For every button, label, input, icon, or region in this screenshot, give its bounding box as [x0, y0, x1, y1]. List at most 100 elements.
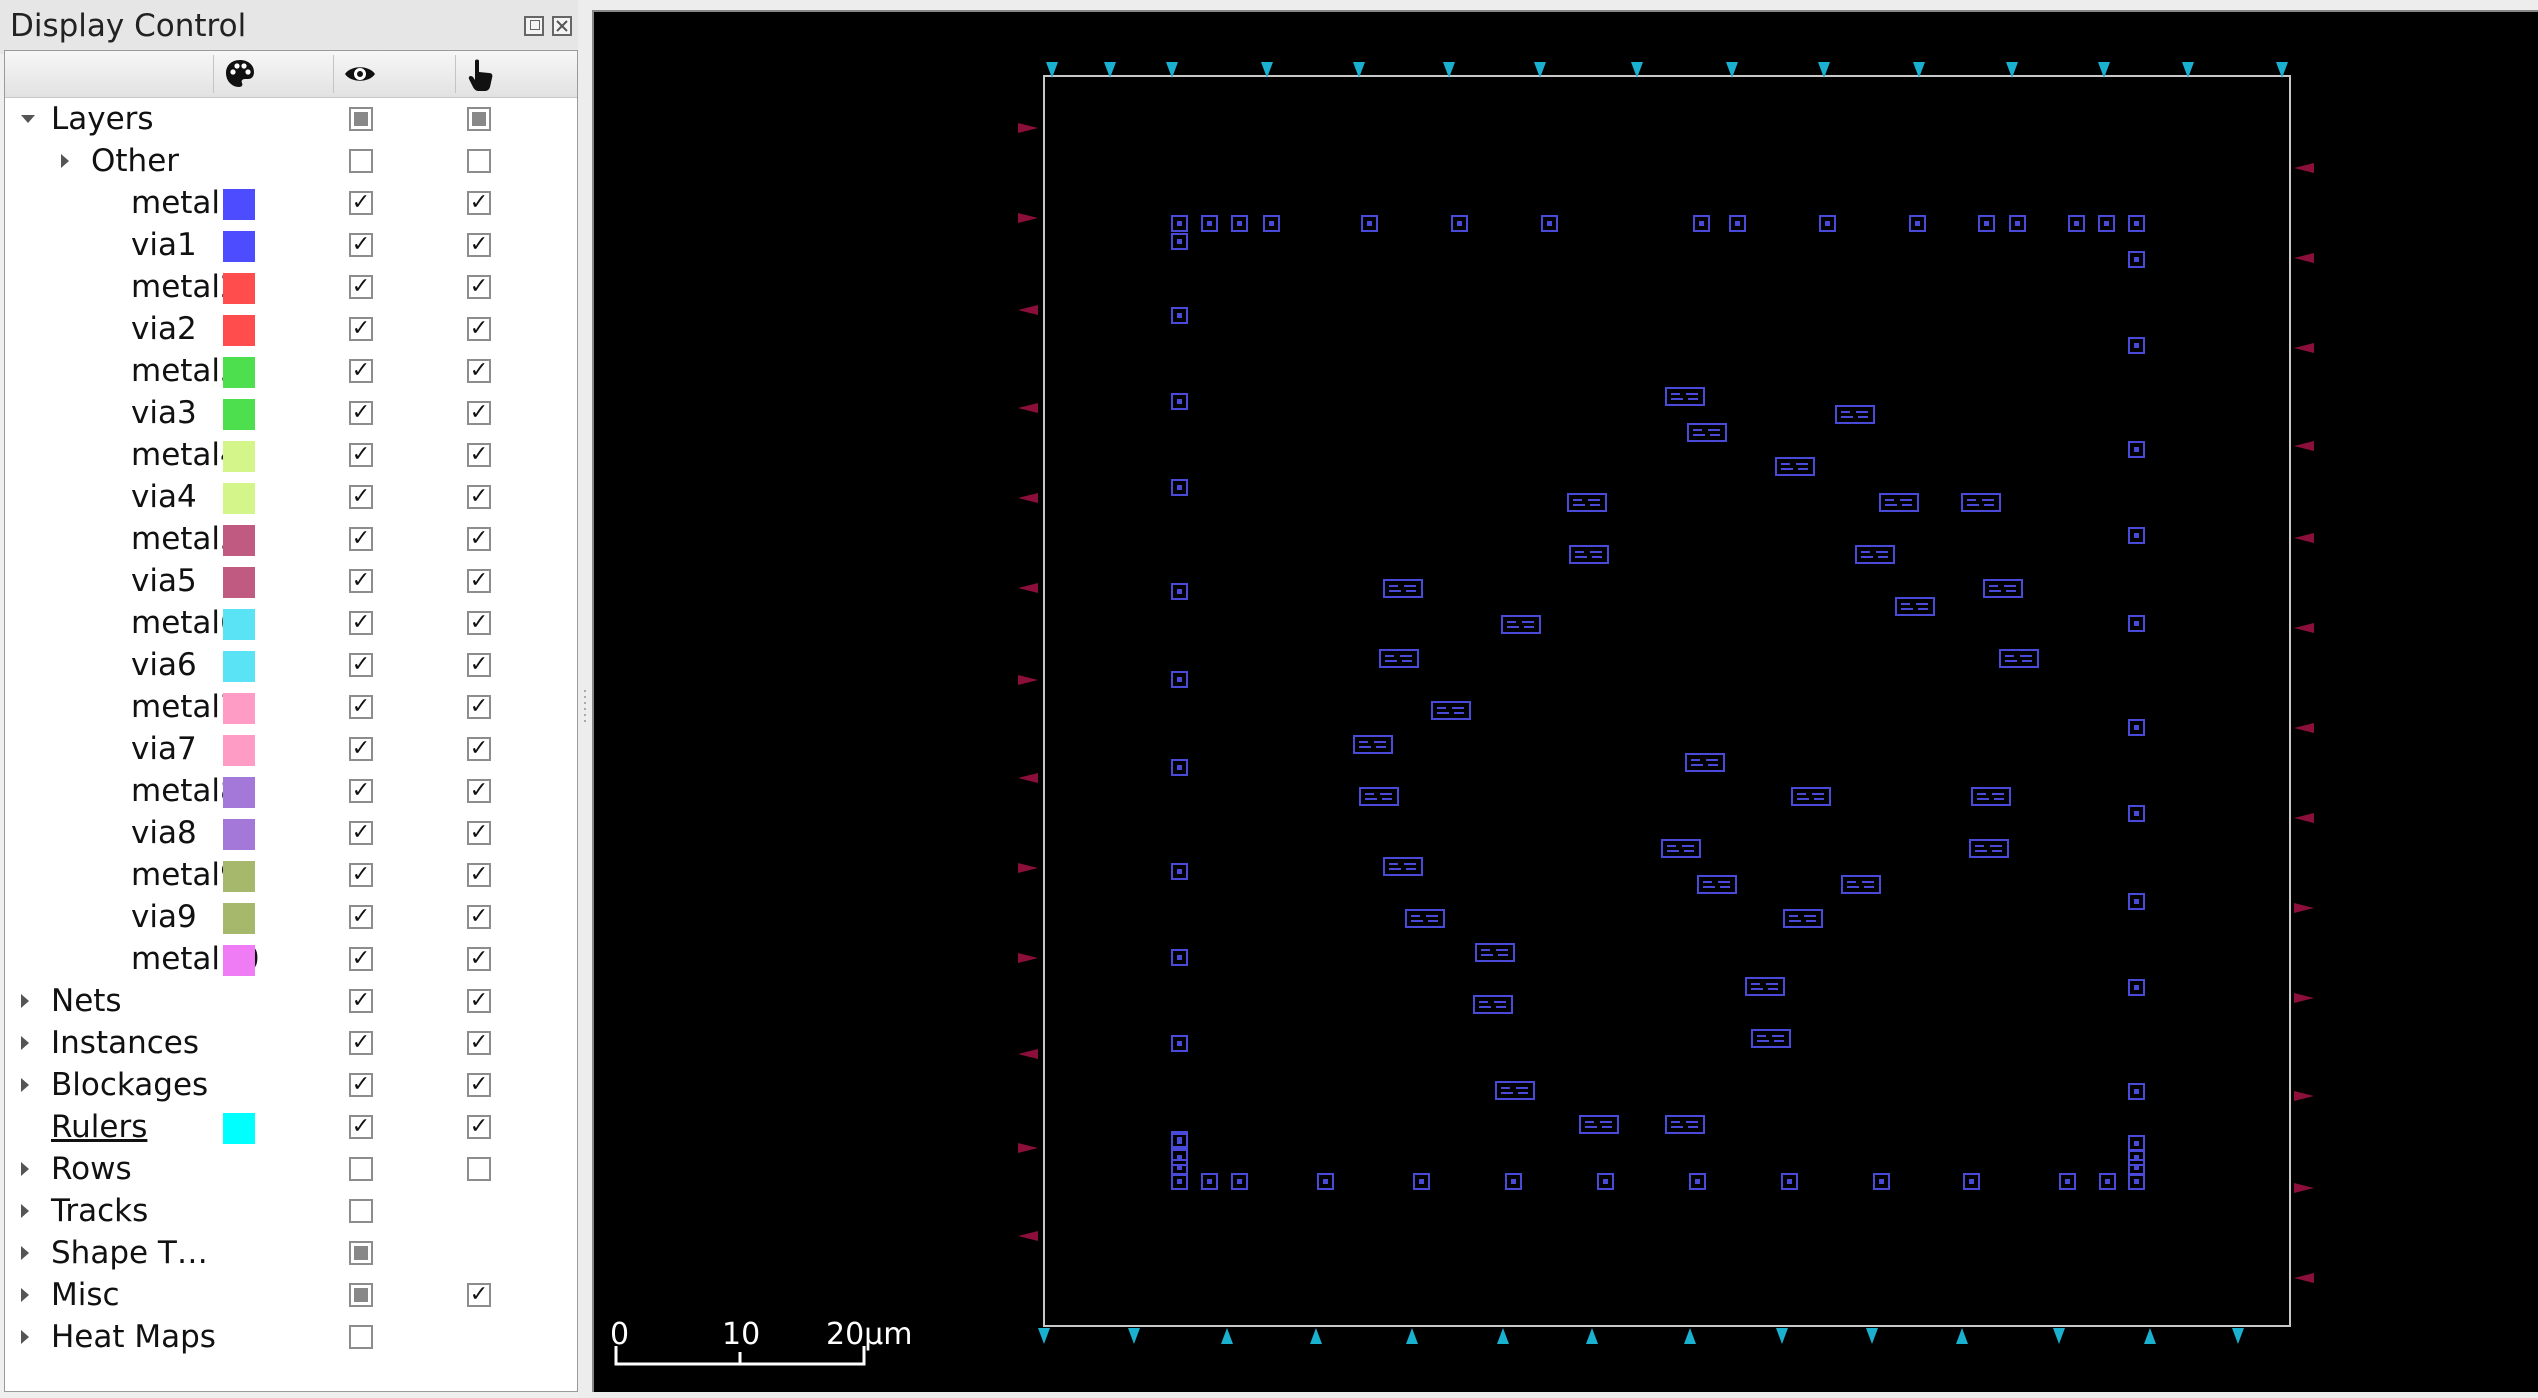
visibility-checkbox[interactable]: ✓	[349, 653, 373, 677]
selectable-checkbox[interactable]: ✓	[467, 317, 491, 341]
layer-color-swatch[interactable]	[223, 609, 255, 640]
visibility-checkbox[interactable]: ✓	[349, 527, 373, 551]
selectable-checkbox[interactable]: ✓	[467, 905, 491, 929]
layer-row-other[interactable]: Other	[5, 141, 577, 183]
layer-row-metal5[interactable]: metal5 ✓ ✓	[5, 519, 577, 561]
float-panel-icon[interactable]	[524, 16, 544, 36]
selectable-checkbox[interactable]: ✓	[467, 569, 491, 593]
selectable-checkbox[interactable]: ✓	[467, 527, 491, 551]
visibility-checkbox[interactable]	[349, 1283, 373, 1307]
selectable-checkbox[interactable]: ✓	[467, 1283, 491, 1307]
layer-row-via4[interactable]: via4 ✓ ✓	[5, 477, 577, 519]
selectable-checkbox[interactable]: ✓	[467, 947, 491, 971]
expand-arrow-icon[interactable]	[21, 1330, 29, 1344]
visibility-checkbox[interactable]	[349, 1199, 373, 1223]
layer-row-via3[interactable]: via3 ✓ ✓	[5, 393, 577, 435]
layer-row-metal1[interactable]: metal1 ✓ ✓	[5, 183, 577, 225]
layer-row-rows[interactable]: Rows	[5, 1149, 577, 1191]
layer-color-swatch[interactable]	[223, 861, 255, 892]
layer-color-swatch[interactable]	[223, 651, 255, 682]
layout-canvas[interactable]: 0 10 20μm	[594, 12, 2538, 1392]
selectable-checkbox[interactable]: ✓	[467, 1031, 491, 1055]
visibility-checkbox[interactable]: ✓	[349, 821, 373, 845]
expand-arrow-icon[interactable]	[21, 1246, 29, 1260]
layer-row-metal3[interactable]: metal3 ✓ ✓	[5, 351, 577, 393]
layer-color-swatch[interactable]	[223, 441, 255, 472]
layer-row-metal4[interactable]: metal4 ✓ ✓	[5, 435, 577, 477]
close-panel-icon[interactable]	[552, 16, 572, 36]
selectable-checkbox[interactable]: ✓	[467, 191, 491, 215]
layer-row-metal7[interactable]: metal7 ✓ ✓	[5, 687, 577, 729]
layer-row-misc[interactable]: Misc ✓	[5, 1275, 577, 1317]
selectable-checkbox[interactable]: ✓	[467, 779, 491, 803]
visibility-checkbox[interactable]: ✓	[349, 737, 373, 761]
visibility-checkbox[interactable]: ✓	[349, 1073, 373, 1097]
layer-color-swatch[interactable]	[223, 735, 255, 766]
visibility-checkbox[interactable]: ✓	[349, 191, 373, 215]
layer-row-instances[interactable]: Instances ✓ ✓	[5, 1023, 577, 1065]
layer-row-via9[interactable]: via9 ✓ ✓	[5, 897, 577, 939]
expand-arrow-icon[interactable]	[21, 1204, 29, 1218]
layer-color-swatch[interactable]	[223, 819, 255, 850]
selectable-checkbox[interactable]: ✓	[467, 275, 491, 299]
selectable-checkbox[interactable]: ✓	[467, 737, 491, 761]
selectable-checkbox[interactable]: ✓	[467, 863, 491, 887]
layer-color-swatch[interactable]	[223, 231, 255, 262]
layout-viewer[interactable]: 0 10 20μm	[592, 10, 2538, 1392]
layer-row-rulers[interactable]: Rulers ✓ ✓	[5, 1107, 577, 1149]
selectable-checkbox[interactable]: ✓	[467, 233, 491, 257]
selectable-checkbox[interactable]: ✓	[467, 1115, 491, 1139]
visibility-checkbox[interactable]: ✓	[349, 485, 373, 509]
layer-row-layers[interactable]: Layers	[5, 99, 577, 141]
visibility-checkbox[interactable]: ✓	[349, 611, 373, 635]
layer-row-via8[interactable]: via8 ✓ ✓	[5, 813, 577, 855]
layer-row-via2[interactable]: via2 ✓ ✓	[5, 309, 577, 351]
visibility-checkbox[interactable]: ✓	[349, 401, 373, 425]
layer-color-swatch[interactable]	[223, 357, 255, 388]
layer-row-via6[interactable]: via6 ✓ ✓	[5, 645, 577, 687]
visibility-checkbox[interactable]: ✓	[349, 317, 373, 341]
selectable-checkbox[interactable]: ✓	[467, 359, 491, 383]
visibility-checkbox[interactable]	[349, 1157, 373, 1181]
visibility-checkbox[interactable]: ✓	[349, 989, 373, 1013]
layer-row-metal9[interactable]: metal9 ✓ ✓	[5, 855, 577, 897]
layer-row-blockages[interactable]: Blockages ✓ ✓	[5, 1065, 577, 1107]
expand-arrow-icon[interactable]	[21, 1288, 29, 1302]
visibility-checkbox[interactable]: ✓	[349, 275, 373, 299]
layer-color-swatch[interactable]	[223, 399, 255, 430]
layer-row-metal6[interactable]: metal6 ✓ ✓	[5, 603, 577, 645]
visibility-checkbox[interactable]: ✓	[349, 695, 373, 719]
visibility-checkbox[interactable]: ✓	[349, 359, 373, 383]
expand-arrow-icon[interactable]	[61, 154, 69, 168]
visibility-checkbox[interactable]: ✓	[349, 443, 373, 467]
layer-row-nets[interactable]: Nets ✓ ✓	[5, 981, 577, 1023]
expand-arrow-icon[interactable]	[21, 994, 29, 1008]
layer-color-swatch[interactable]	[223, 315, 255, 346]
expand-arrow-icon[interactable]	[21, 1162, 29, 1176]
visibility-checkbox[interactable]	[349, 1325, 373, 1349]
layer-color-swatch[interactable]	[223, 945, 255, 976]
selectable-checkbox[interactable]: ✓	[467, 821, 491, 845]
layer-color-swatch[interactable]	[223, 903, 255, 934]
panel-splitter[interactable]	[578, 0, 592, 1398]
selectable-checkbox[interactable]: ✓	[467, 611, 491, 635]
layer-color-swatch[interactable]	[223, 273, 255, 304]
layer-row-metal8[interactable]: metal8 ✓ ✓	[5, 771, 577, 813]
layer-color-swatch[interactable]	[223, 189, 255, 220]
selectable-checkbox[interactable]	[467, 149, 491, 173]
layer-row-heat-maps[interactable]: Heat Maps	[5, 1317, 577, 1359]
layer-color-swatch[interactable]	[223, 693, 255, 724]
layer-color-swatch[interactable]	[223, 525, 255, 556]
layer-row-via7[interactable]: via7 ✓ ✓	[5, 729, 577, 771]
visibility-checkbox[interactable]: ✓	[349, 779, 373, 803]
expand-arrow-icon[interactable]	[21, 1036, 29, 1050]
expand-arrow-icon[interactable]	[21, 1078, 29, 1092]
collapse-arrow-icon[interactable]	[21, 115, 35, 123]
layer-row-via5[interactable]: via5 ✓ ✓	[5, 561, 577, 603]
selectable-checkbox[interactable]: ✓	[467, 653, 491, 677]
selectable-checkbox[interactable]: ✓	[467, 695, 491, 719]
visibility-checkbox[interactable]	[349, 149, 373, 173]
layer-color-swatch[interactable]	[223, 567, 255, 598]
layer-row-via1[interactable]: via1 ✓ ✓	[5, 225, 577, 267]
layer-color-swatch[interactable]	[223, 1113, 255, 1144]
